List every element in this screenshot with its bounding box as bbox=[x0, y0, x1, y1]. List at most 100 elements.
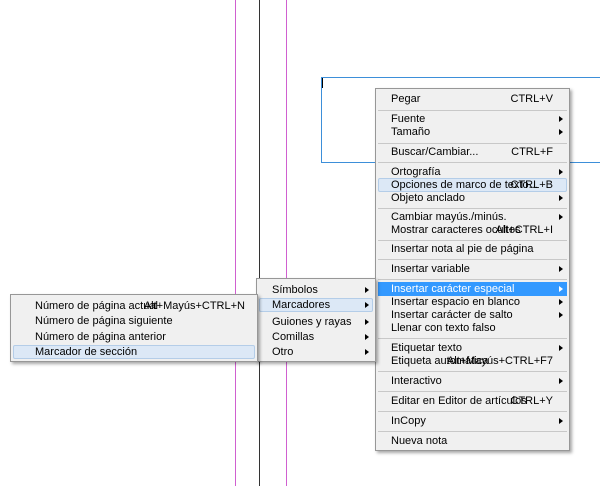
menu-item-label: Cambiar mayús./minús. bbox=[391, 211, 507, 223]
menu-item-interactivo[interactable]: Interactivo bbox=[378, 374, 567, 388]
submenu-arrow-icon bbox=[559, 169, 563, 175]
submenu-arrow-icon bbox=[559, 286, 563, 292]
menu-item-label: Objeto anclado bbox=[391, 192, 465, 204]
menu-item-insertar-caracter-salto[interactable]: Insertar carácter de salto bbox=[378, 308, 567, 322]
special-char-submenu: Símbolos Marcadores Guiones y rayas Comi… bbox=[256, 278, 376, 362]
menu-item-shortcut: CTRL+B bbox=[510, 179, 554, 191]
submenu-item-simbolos[interactable]: Símbolos bbox=[259, 283, 373, 297]
menu-item-ortografia[interactable]: Ortografía bbox=[378, 165, 567, 179]
menu-item-llenar-texto-falso[interactable]: Llenar con texto falso bbox=[378, 321, 567, 335]
menu-separator bbox=[378, 431, 567, 432]
menu-item-tamano[interactable]: Tamaño bbox=[378, 125, 567, 139]
submenu-arrow-icon bbox=[559, 312, 563, 318]
menu-item-label: InCopy bbox=[391, 415, 426, 427]
menu-separator bbox=[378, 110, 567, 111]
menu-item-objeto-anclado[interactable]: Objeto anclado bbox=[378, 191, 567, 205]
menu-separator bbox=[378, 143, 567, 144]
menu-item-incopy[interactable]: InCopy bbox=[378, 414, 567, 428]
menu-separator bbox=[378, 371, 567, 372]
menu-item-label: Etiquetar texto bbox=[391, 342, 462, 354]
menu-item-etiqueta-automatica[interactable]: Etiqueta automática Alt+Mayús+CTRL+F7 bbox=[378, 354, 567, 368]
submenu-item-numero-pagina-siguiente[interactable]: Número de página siguiente bbox=[13, 314, 255, 328]
menu-item-shortcut: CTRL+Y bbox=[510, 395, 554, 407]
submenu-arrow-icon bbox=[559, 299, 563, 305]
submenu-arrow-icon bbox=[559, 116, 563, 122]
menu-separator bbox=[378, 208, 567, 209]
menu-item-cambiar-mayus-minus[interactable]: Cambiar mayús./minús. bbox=[378, 210, 567, 224]
submenu-arrow-icon bbox=[559, 418, 563, 424]
menu-item-shortcut: CTRL+F bbox=[511, 146, 553, 158]
menu-item-buscar-cambiar[interactable]: Buscar/Cambiar... CTRL+F bbox=[378, 145, 567, 159]
submenu-item-comillas[interactable]: Comillas bbox=[259, 330, 373, 344]
menu-item-insertar-espacio-blanco[interactable]: Insertar espacio en blanco bbox=[378, 295, 567, 309]
menu-separator bbox=[378, 240, 567, 241]
menu-separator bbox=[378, 162, 567, 163]
submenu-item-numero-pagina-actual[interactable]: Número de página actual Alt+Mayús+CTRL+N bbox=[13, 299, 255, 313]
submenu-arrow-icon bbox=[559, 195, 563, 201]
menu-item-insertar-caracter-especial[interactable]: Insertar carácter especial bbox=[378, 282, 567, 296]
submenu-item-numero-pagina-anterior[interactable]: Número de página anterior bbox=[13, 330, 255, 344]
menu-item-label: Número de página siguiente bbox=[35, 315, 173, 327]
submenu-item-otro[interactable]: Otro bbox=[259, 345, 373, 359]
menu-item-shortcut: CTRL+V bbox=[510, 93, 554, 105]
menu-item-label: Editar en Editor de artículos bbox=[391, 395, 527, 407]
submenu-arrow-icon bbox=[559, 345, 563, 351]
menu-separator bbox=[378, 391, 567, 392]
page-edge-line bbox=[259, 0, 260, 486]
menu-item-label: Símbolos bbox=[272, 284, 318, 296]
submenu-item-marcador-seccion[interactable]: Marcador de sección bbox=[13, 345, 255, 359]
menu-item-etiquetar-texto[interactable]: Etiquetar texto bbox=[378, 341, 567, 355]
menu-item-shortcut: Alt+Mayús+CTRL+N bbox=[143, 300, 245, 312]
menu-separator bbox=[378, 259, 567, 260]
menu-item-label: Tamaño bbox=[391, 126, 431, 138]
menu-separator bbox=[378, 279, 567, 280]
menu-item-label: Llenar con texto falso bbox=[391, 322, 496, 334]
menu-item-label: Ortografía bbox=[391, 166, 441, 178]
submenu-arrow-icon bbox=[365, 302, 369, 308]
menu-item-pegar[interactable]: Pegar CTRL+V bbox=[378, 92, 567, 106]
menu-item-shortcut: Alt+Mayús+CTRL+F7 bbox=[446, 355, 553, 367]
context-menu: Pegar CTRL+V Fuente Tamaño Buscar/Cambia… bbox=[375, 88, 570, 451]
menu-item-label: Insertar espacio en blanco bbox=[391, 296, 521, 308]
submenu-arrow-icon bbox=[559, 129, 563, 135]
menu-item-label: Nueva nota bbox=[391, 435, 448, 447]
menu-item-label: Pegar bbox=[391, 93, 421, 105]
submenu-item-guiones-rayas[interactable]: Guiones y rayas bbox=[259, 315, 373, 329]
menu-item-label: Insertar variable bbox=[391, 263, 470, 275]
submenu-arrow-icon bbox=[559, 378, 563, 384]
submenu-arrow-icon bbox=[365, 334, 369, 340]
menu-separator bbox=[378, 338, 567, 339]
submenu-arrow-icon bbox=[365, 349, 369, 355]
submenu-arrow-icon bbox=[559, 266, 563, 272]
submenu-arrow-icon bbox=[365, 319, 369, 325]
menu-item-label: Marcador de sección bbox=[35, 346, 138, 358]
menu-item-label: Insertar carácter de salto bbox=[391, 309, 513, 321]
column-guide-left bbox=[235, 0, 236, 486]
column-guide-right bbox=[286, 0, 287, 486]
menu-separator bbox=[378, 411, 567, 412]
menu-item-mostrar-caracteres-ocultos[interactable]: Mostrar caracteres ocultos Alt+CTRL+I bbox=[378, 223, 567, 237]
menu-item-label: Guiones y rayas bbox=[272, 316, 352, 328]
menu-item-label: Insertar carácter especial bbox=[391, 283, 515, 295]
menu-item-label: Número de página anterior bbox=[35, 331, 166, 343]
menu-item-label: Comillas bbox=[272, 331, 315, 343]
submenu-arrow-icon bbox=[365, 287, 369, 293]
menu-item-opciones-marco-texto[interactable]: Opciones de marco de texto... CTRL+B bbox=[378, 178, 567, 192]
submenu-arrow-icon bbox=[559, 214, 563, 220]
submenu-item-marcadores[interactable]: Marcadores bbox=[259, 298, 373, 312]
menu-item-editar-editor-articulos[interactable]: Editar en Editor de artículos CTRL+Y bbox=[378, 394, 567, 408]
text-cursor bbox=[322, 78, 323, 88]
menu-item-fuente[interactable]: Fuente bbox=[378, 112, 567, 126]
menu-item-label: Buscar/Cambiar... bbox=[391, 146, 479, 158]
menu-item-insertar-variable[interactable]: Insertar variable bbox=[378, 262, 567, 276]
menu-item-label: Interactivo bbox=[391, 375, 442, 387]
menu-item-nueva-nota[interactable]: Nueva nota bbox=[378, 434, 567, 448]
menu-item-label: Número de página actual bbox=[35, 300, 158, 312]
menu-item-shortcut: Alt+CTRL+I bbox=[495, 224, 553, 236]
menu-item-insertar-nota-pie[interactable]: Insertar nota al pie de página bbox=[378, 242, 567, 256]
menu-item-label: Marcadores bbox=[272, 299, 331, 311]
menu-item-label: Fuente bbox=[391, 113, 426, 125]
menu-item-label: Insertar nota al pie de página bbox=[391, 243, 534, 255]
markers-submenu: Número de página actual Alt+Mayús+CTRL+N… bbox=[10, 294, 258, 362]
menu-item-label: Otro bbox=[272, 346, 294, 358]
